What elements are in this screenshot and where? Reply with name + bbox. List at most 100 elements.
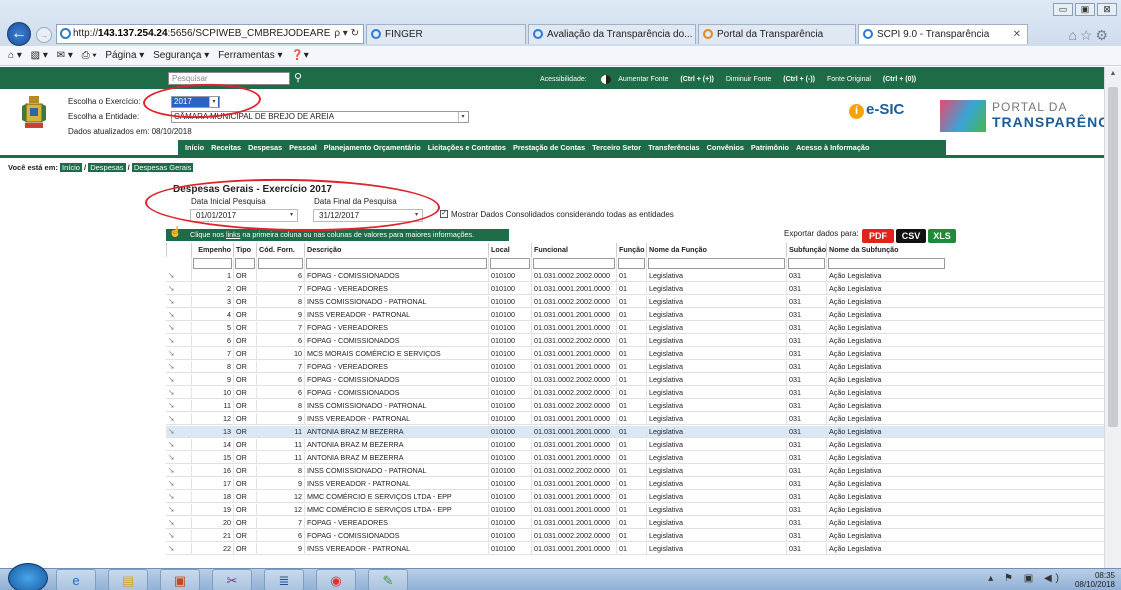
- column-filter-input[interactable]: [490, 258, 530, 269]
- menu-item[interactable]: Despesas: [248, 143, 282, 152]
- font-decrease-link[interactable]: Diminuir Fonte (Ctrl + (-)): [726, 76, 815, 83]
- clock[interactable]: 08:35 08/10/2018: [1075, 571, 1115, 589]
- forward-button[interactable]: →: [36, 27, 52, 43]
- detail-link-icon[interactable]: ➘: [166, 439, 191, 450]
- table-row[interactable]: ➘ 10 OR 6 FOPAG - COMISSIONADOS 010100 01.031.…: [166, 387, 1104, 399]
- table-row[interactable]: ➘ 21 OR 6 FOPAG - COMISSIONADOS 010100 01.031.…: [166, 530, 1104, 542]
- table-cell[interactable]: 5: [191, 322, 233, 333]
- column-filter-input[interactable]: [235, 258, 255, 269]
- scroll-thumb[interactable]: [1108, 87, 1118, 427]
- table-row[interactable]: ➘ 14 OR 11 ANTONIA BRAZ M BEZERRA 010100 01.03…: [166, 439, 1104, 451]
- table-row[interactable]: ➘ 17 OR 9 INSS VEREADOR - PATRONAL 010100 01.0…: [166, 478, 1104, 490]
- column-filter-input[interactable]: [306, 258, 487, 269]
- column-header[interactable]: Funcional: [531, 243, 616, 257]
- column-filter-input[interactable]: [258, 258, 303, 269]
- menu-item[interactable]: Patrimônio: [751, 143, 789, 152]
- taskbar-ie-icon[interactable]: e: [56, 569, 96, 590]
- menu-item[interactable]: Transferências: [648, 143, 700, 152]
- font-increase-link[interactable]: Aumentar Fonte (Ctrl + (+)): [618, 76, 714, 83]
- home-icon[interactable]: ⌂ ▾: [8, 50, 22, 61]
- taskbar-chrome-icon[interactable]: ◉: [316, 569, 356, 590]
- detail-link-icon[interactable]: ➘: [166, 361, 191, 372]
- vertical-scrollbar[interactable]: ▲: [1104, 67, 1121, 568]
- table-cell[interactable]: 1: [191, 270, 233, 281]
- detail-link-icon[interactable]: ➘: [166, 335, 191, 346]
- mail-icon[interactable]: ✉ ▾: [57, 50, 73, 61]
- menu-seguranca[interactable]: Segurança ▾: [153, 50, 209, 61]
- detail-link-icon[interactable]: ➘: [166, 283, 191, 294]
- scroll-up-icon[interactable]: ▲: [1105, 67, 1121, 81]
- table-row[interactable]: ➘ 5 OR 7 FOPAG - VEREADORES 010100 01.031.0001…: [166, 322, 1104, 334]
- close-tab-icon[interactable]: ✕: [1013, 25, 1021, 44]
- table-row[interactable]: ➘ 8 OR 7 FOPAG - VEREADORES 010100 01.031.0001…: [166, 361, 1104, 373]
- column-filter-input[interactable]: [193, 258, 232, 269]
- column-header[interactable]: Tipo: [233, 243, 256, 257]
- table-row[interactable]: ➘ 7 OR 10 MCS MORAIS COMÉRCIO E SERVIÇOS 0101…: [166, 348, 1104, 360]
- detail-link-icon[interactable]: ➘: [166, 517, 191, 528]
- breadcrumb-item-despesas[interactable]: Despesas: [88, 163, 126, 172]
- address-controls[interactable]: ρ ▾ ↻: [334, 25, 359, 43]
- tab-scpi[interactable]: SCPI 9.0 - Transparência ✕: [858, 24, 1028, 44]
- detail-link-icon[interactable]: ➘: [166, 543, 191, 554]
- detail-link-icon[interactable]: ➘: [166, 478, 191, 489]
- table-cell[interactable]: 10: [191, 387, 233, 398]
- menu-item[interactable]: Licitações e Contratos: [428, 143, 506, 152]
- table-cell[interactable]: 21: [191, 530, 233, 541]
- taskbar-powerpoint-icon[interactable]: ▣: [160, 569, 200, 590]
- back-button[interactable]: ←: [7, 22, 31, 46]
- detail-link-icon[interactable]: ➘: [166, 348, 191, 359]
- font-original-link[interactable]: Fonte Original (Ctrl + (0)): [827, 76, 916, 83]
- column-filter-input[interactable]: [788, 258, 825, 269]
- column-header[interactable]: Empenho: [191, 243, 233, 257]
- taskbar-word-icon[interactable]: ≣: [264, 569, 304, 590]
- table-row[interactable]: ➘ 1 OR 6 FOPAG - COMISSIONADOS 010100 01.031.0…: [166, 270, 1104, 282]
- table-row[interactable]: ➘ 3 OR 8 INSS COMISSIONADO - PATRONAL 010100 0…: [166, 296, 1104, 308]
- search-input[interactable]: Pesquisar: [168, 72, 290, 85]
- close-window-button[interactable]: ⊠: [1097, 3, 1117, 16]
- table-cell[interactable]: 15: [191, 452, 233, 463]
- export-xls-button[interactable]: XLS: [928, 229, 956, 243]
- breadcrumb-item-despesas-gerais[interactable]: Despesas Gerais: [131, 163, 194, 172]
- detail-link-icon[interactable]: ➘: [166, 400, 191, 411]
- taskbar-explorer-icon[interactable]: ▤: [108, 569, 148, 590]
- esic-logo[interactable]: i e-SIC: [849, 101, 904, 119]
- portal-logo[interactable]: PORTAL DA TRANSPARÊNCIA: [940, 98, 1104, 136]
- help-icon[interactable]: ❓▾: [291, 50, 308, 61]
- table-cell[interactable]: 8: [191, 361, 233, 372]
- table-cell[interactable]: 13: [191, 426, 233, 437]
- table-cell[interactable]: 14: [191, 439, 233, 450]
- table-row[interactable]: ➘ 20 OR 7 FOPAG - VEREADORES 010100 01.031.000…: [166, 517, 1104, 529]
- table-row[interactable]: ➘ 12 OR 9 INSS VEREADOR - PATRONAL 010100 01.0…: [166, 413, 1104, 425]
- minimize-button[interactable]: ▭: [1053, 3, 1073, 16]
- detail-link-icon[interactable]: ➘: [166, 413, 191, 424]
- column-header[interactable]: Local: [488, 243, 531, 257]
- menu-item[interactable]: Prestação de Contas: [513, 143, 585, 152]
- export-csv-button[interactable]: CSV: [896, 229, 926, 243]
- table-row[interactable]: ➘ 9 OR 6 FOPAG - COMISSIONADOS 010100 01.031.0…: [166, 374, 1104, 386]
- column-filter-input[interactable]: [828, 258, 945, 269]
- column-header[interactable]: Nome da Subfunção: [826, 243, 946, 257]
- detail-link-icon[interactable]: ➘: [166, 309, 191, 320]
- table-cell[interactable]: 17: [191, 478, 233, 489]
- menu-item[interactable]: Início: [185, 143, 204, 152]
- table-row[interactable]: ➘ 18 OR 12 MMC COMÉRCIO E SERVIÇOS LTDA - EP…: [166, 491, 1104, 503]
- detail-link-icon[interactable]: ➘: [166, 426, 191, 437]
- tab-avaliacao[interactable]: Avaliação da Transparência do...: [528, 24, 696, 44]
- table-cell[interactable]: 16: [191, 465, 233, 476]
- start-button[interactable]: [8, 563, 48, 590]
- menu-ferramentas[interactable]: Ferramentas ▾: [218, 50, 282, 61]
- menu-item[interactable]: Convênios: [707, 143, 744, 152]
- table-row[interactable]: ➘ 13 OR 11 ANTONIA BRAZ M BEZERRA 010100 01.03…: [166, 426, 1104, 438]
- taskbar-snipping-icon[interactable]: ✂: [212, 569, 252, 590]
- table-cell[interactable]: 7: [191, 348, 233, 359]
- column-header[interactable]: Nome da Função: [646, 243, 786, 257]
- table-cell[interactable]: 22: [191, 543, 233, 554]
- column-header[interactable]: Função: [616, 243, 646, 257]
- search-icon[interactable]: ⚲: [290, 71, 306, 85]
- consolidated-checkbox[interactable]: ✓: [440, 210, 448, 218]
- detail-link-icon[interactable]: ➘: [166, 374, 191, 385]
- table-row[interactable]: ➘ 4 OR 9 INSS VEREADOR - PATRONAL 010100 01.03…: [166, 309, 1104, 321]
- export-pdf-button[interactable]: PDF: [862, 229, 894, 243]
- table-cell[interactable]: 19: [191, 504, 233, 515]
- info-link[interactable]: links: [226, 230, 240, 239]
